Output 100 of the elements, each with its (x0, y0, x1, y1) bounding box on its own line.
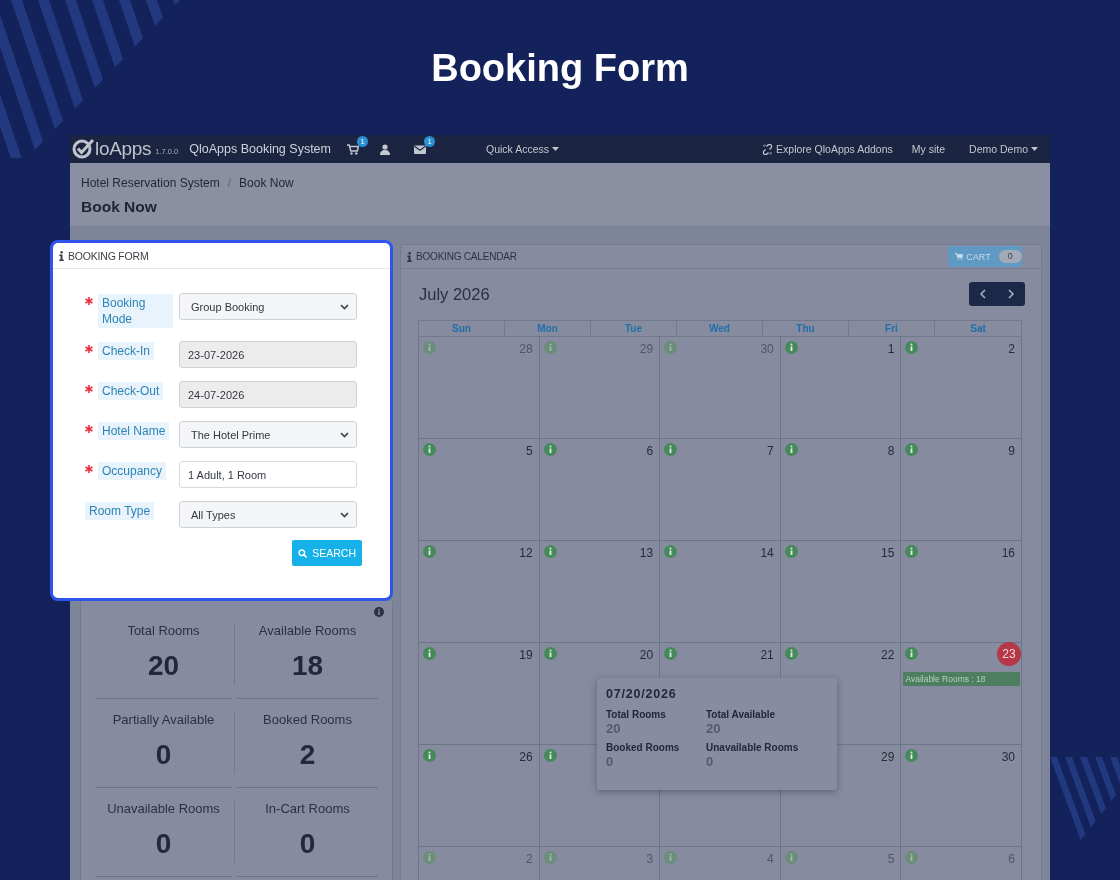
day-number[interactable]: 1 (887, 337, 895, 361)
date-field[interactable]: 24-07-2026 (179, 381, 357, 408)
calendar-day-cell[interactable]: 19 (419, 643, 540, 745)
field-label: Hotel Name (98, 422, 170, 440)
addons-link[interactable]: Explore QloApps Addons (762, 143, 893, 155)
stat-label: Partially Available (112, 712, 215, 728)
info-icon[interactable] (543, 545, 557, 558)
info-icon[interactable] (784, 545, 798, 558)
search-button[interactable]: SEARCH (292, 540, 362, 566)
select-field[interactable]: The Hotel Prime (179, 421, 357, 448)
stat-value: 20 (147, 649, 180, 683)
info-icon[interactable] (543, 851, 557, 864)
stat-label: Unavailable Rooms (107, 801, 220, 817)
day-number[interactable]: 2 (1008, 337, 1015, 361)
tooltip-label: Total Rooms (606, 709, 667, 721)
stat-label: In-Cart Rooms (265, 801, 350, 817)
calendar-day-cell[interactable]: 23 Available Rooms : 18 (901, 643, 1022, 745)
calendar-day-cell[interactable]: 2 (901, 337, 1022, 439)
calendar-day-cell[interactable]: 30 (901, 745, 1022, 847)
info-icon[interactable] (905, 851, 919, 864)
day-number[interactable]: 7 (767, 439, 774, 463)
info-icon[interactable] (905, 545, 919, 558)
calendar-day-cell[interactable]: 16 (901, 541, 1022, 643)
day-number[interactable]: 19 (519, 643, 533, 667)
tooltip-date: 07/20/2026 (606, 687, 678, 701)
day-number[interactable]: 6 (646, 439, 654, 463)
day-number[interactable]: 15 (881, 541, 895, 565)
info-icon[interactable] (784, 851, 798, 864)
page-title: Booking Form (431, 46, 689, 90)
info-icon[interactable] (423, 851, 436, 864)
selected-day-number[interactable]: 23 (997, 642, 1021, 666)
info-icon[interactable] (664, 545, 678, 558)
day-number[interactable]: 21 (760, 643, 774, 667)
info-icon[interactable] (664, 851, 678, 864)
info-icon[interactable] (423, 647, 436, 660)
info-icon[interactable] (905, 749, 919, 762)
date-field[interactable]: 23-07-2026 (179, 341, 357, 368)
card-title: BOOKING FORM (68, 249, 149, 262)
day-number[interactable]: 14 (760, 541, 774, 565)
quick-access-menu[interactable]: Quick Access (486, 143, 559, 155)
calendar-day-cell[interactable]: 9 (901, 439, 1022, 541)
select-field[interactable]: All Types (179, 501, 357, 528)
info-icon[interactable] (664, 647, 678, 660)
info-icon[interactable] (423, 545, 436, 558)
calendar-day-cell[interactable]: 13 (539, 541, 661, 643)
day-number[interactable]: 5 (525, 439, 533, 463)
day-number[interactable]: 30 (1001, 745, 1015, 769)
info-icon[interactable] (784, 443, 798, 456)
calendar-day-cell[interactable]: 15 (780, 541, 902, 643)
previous-month-button[interactable] (969, 282, 997, 306)
select-field[interactable]: Group Booking (179, 293, 357, 320)
info-icon[interactable] (905, 341, 919, 354)
info-icon[interactable] (905, 443, 919, 456)
info-icon[interactable] (543, 341, 557, 354)
user-menu[interactable]: Demo Demo (969, 143, 1038, 155)
caret-down-icon (552, 147, 559, 151)
info-icon[interactable] (543, 443, 557, 456)
tooltip-label: Total Available (706, 709, 777, 721)
day-number[interactable]: 9 (1008, 439, 1015, 463)
calendar-day-cell[interactable]: 7 (660, 439, 781, 541)
calendar-day-cell[interactable]: 26 (419, 745, 540, 847)
calendar-day-cell[interactable]: 5 (419, 439, 540, 541)
calendar-day-cell[interactable]: 8 (780, 439, 902, 541)
info-icon[interactable] (905, 647, 919, 660)
day-number[interactable]: 16 (1001, 541, 1015, 565)
info-icon[interactable] (543, 647, 557, 660)
calendar-day-cell[interactable]: 1 (780, 337, 902, 439)
info-icon[interactable] (423, 443, 436, 456)
day-number[interactable]: 8 (887, 439, 895, 463)
info-icon[interactable] (423, 749, 436, 762)
field-label: Occupancy (98, 462, 167, 480)
mail-icon[interactable] (414, 143, 426, 155)
info-icon[interactable] (784, 341, 798, 354)
info-icon[interactable] (423, 341, 436, 354)
day-number[interactable]: 26 (519, 745, 533, 769)
cart-icon (955, 252, 964, 261)
info-icon (59, 250, 64, 261)
cart-button[interactable]: CART 0 (948, 246, 1022, 267)
breadcrumb-link[interactable]: Hotel Reservation System (81, 175, 220, 191)
info-icon[interactable] (664, 443, 678, 456)
day-number[interactable]: 29 (881, 745, 895, 769)
day-number[interactable]: 13 (639, 541, 654, 565)
info-icon[interactable] (784, 647, 798, 660)
day-number[interactable]: 12 (519, 541, 533, 565)
info-icon[interactable] (543, 749, 557, 762)
search-icon (298, 547, 308, 559)
breadcrumb-current: Book Now (239, 175, 294, 191)
user-icon[interactable] (379, 143, 391, 155)
day-number[interactable]: 22 (881, 643, 895, 667)
my-site-link[interactable]: My site (911, 143, 946, 155)
text-field[interactable]: 1 Adult, 1 Room (179, 461, 357, 488)
calendar-day-cell[interactable]: 14 (660, 541, 781, 643)
calendar-day-cell[interactable]: 12 (419, 541, 540, 643)
cart-icon[interactable] (347, 143, 359, 155)
info-icon[interactable] (664, 341, 678, 354)
calendar-day-cell[interactable]: 6 (539, 439, 661, 541)
logo-icon (71, 137, 95, 161)
weekday-header: Sat (970, 323, 986, 334)
next-month-button[interactable] (997, 282, 1025, 306)
day-number[interactable]: 20 (639, 643, 654, 667)
